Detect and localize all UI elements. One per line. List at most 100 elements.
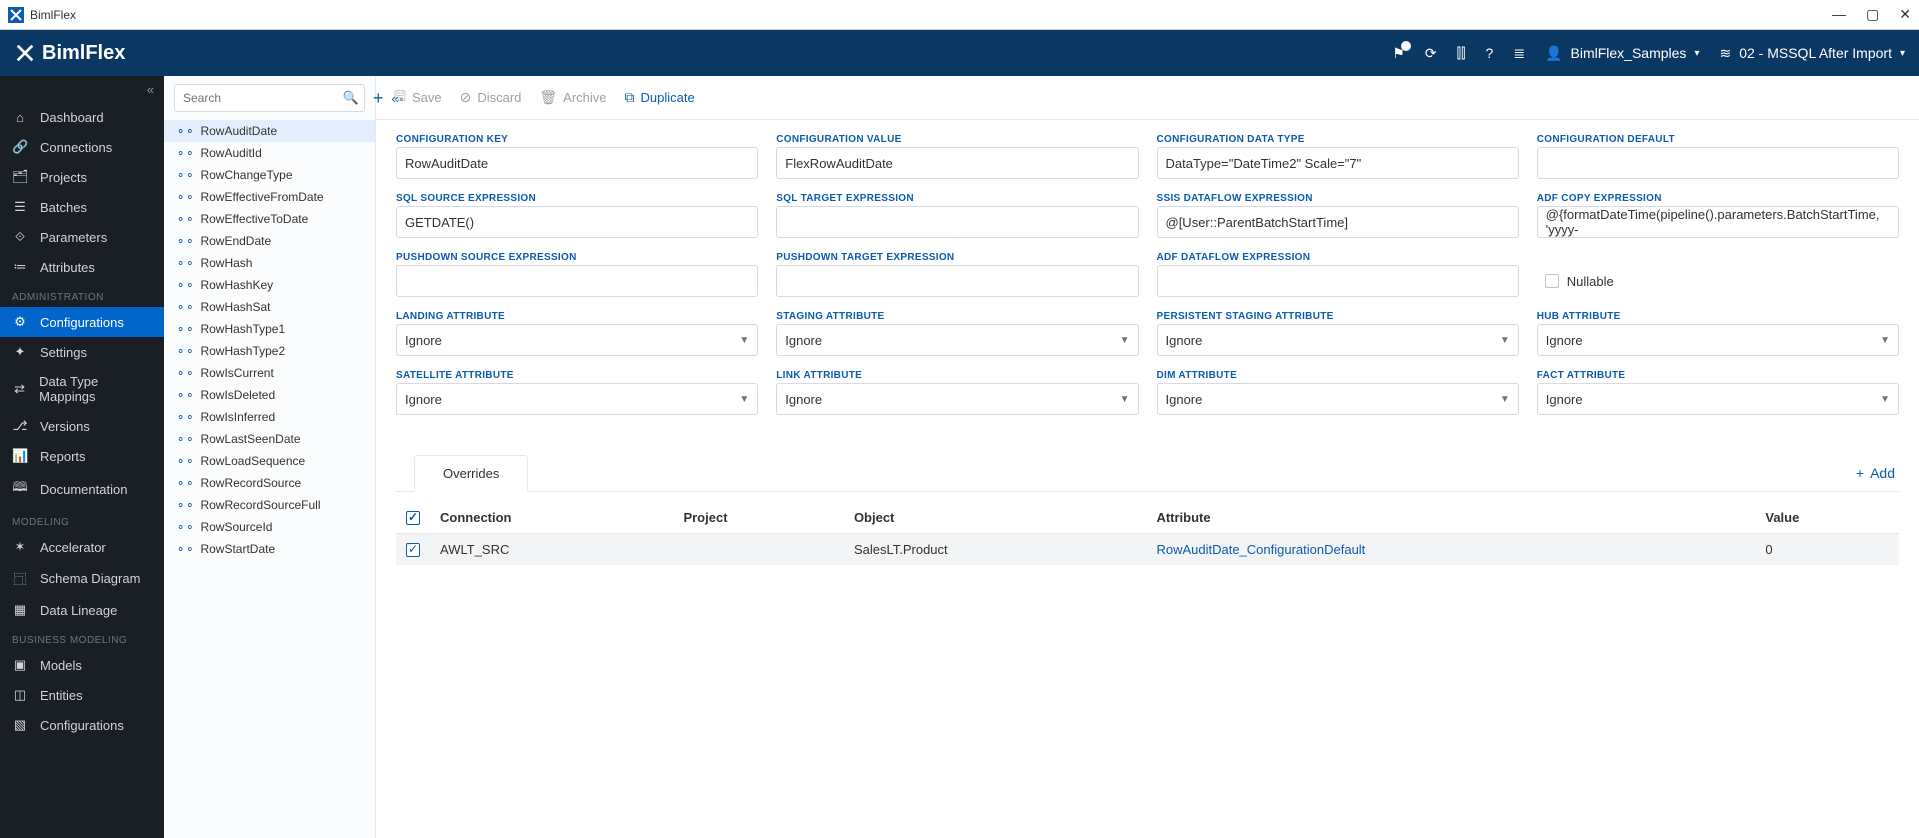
- tab-overrides[interactable]: Overrides: [414, 455, 528, 492]
- pushdown-source-expression-input[interactable]: [396, 265, 758, 297]
- sidebar-item-projects[interactable]: 🗂Projects: [0, 162, 164, 192]
- config-icon: ⚬⚬: [176, 257, 194, 270]
- configuration-data-type-input[interactable]: DataType="DateTime2" Scale="7": [1157, 147, 1519, 179]
- sidebar-item-label: Data Type Mappings: [39, 374, 152, 404]
- customer-selector[interactable]: 👤 BimlFlex_Samples ▾: [1545, 45, 1699, 62]
- config-list-item[interactable]: ⚬⚬RowIsInferred: [164, 406, 375, 428]
- config-list-item[interactable]: ⚬⚬RowEndDate: [164, 230, 375, 252]
- adf-dataflow-expression-input[interactable]: [1157, 265, 1519, 297]
- configuration-key-input[interactable]: RowAuditDate: [396, 147, 758, 179]
- sidebar-item-schema-diagram[interactable]: ⿹Schema Diagram: [0, 562, 164, 595]
- config-list-item[interactable]: ⚬⚬RowAuditDate: [164, 120, 375, 142]
- nullable-checkbox[interactable]: Nullable: [1537, 265, 1899, 297]
- sidebar-item-parameters[interactable]: ⟐Parameters: [0, 222, 164, 252]
- columns-icon[interactable]: ⫿⫿: [1457, 45, 1466, 62]
- landing-attribute-select[interactable]: Ignore▼: [396, 324, 758, 356]
- adf-copy-expression-input[interactable]: @{formatDateTime(pipeline().parameters.B…: [1537, 206, 1899, 238]
- config-list-item[interactable]: ⚬⚬RowIsCurrent: [164, 362, 375, 384]
- config-list-item[interactable]: ⚬⚬RowHashSat: [164, 296, 375, 318]
- search-icon[interactable]: 🔍: [343, 90, 359, 106]
- config-list-item[interactable]: ⚬⚬RowRecordSource: [164, 472, 375, 494]
- config-list-item[interactable]: ⚬⚬RowHashType2: [164, 340, 375, 362]
- refresh-icon[interactable]: ⟳: [1425, 45, 1437, 62]
- sidebar-item-dashboard[interactable]: ⌂Dashboard: [0, 103, 164, 132]
- config-item-label: RowEffectiveFromDate: [200, 190, 323, 204]
- sidebar-item-label: Parameters: [40, 230, 107, 245]
- sidebar-item-models[interactable]: ▣Models: [0, 650, 164, 680]
- config-list-item[interactable]: ⚬⚬RowStartDate: [164, 538, 375, 560]
- config-list-item[interactable]: ⚬⚬RowChangeType: [164, 164, 375, 186]
- dim-attribute-select[interactable]: Ignore▼: [1157, 383, 1519, 415]
- sql-target-expression-input[interactable]: [776, 206, 1138, 238]
- sidebar-item-versions[interactable]: ⎇Versions: [0, 411, 164, 441]
- version-selector[interactable]: ≋ 02 - MSSQL After Import ▾: [1719, 45, 1905, 62]
- cell-attribute-link[interactable]: RowAuditDate_ConfigurationDefault: [1156, 542, 1365, 557]
- configuration-value-input[interactable]: FlexRowAuditDate: [776, 147, 1138, 179]
- sidebar-item-accelerator[interactable]: ✶Accelerator: [0, 532, 164, 562]
- search-input[interactable]: [174, 84, 365, 112]
- sidebar-item-batches[interactable]: ☰Batches: [0, 192, 164, 222]
- sidebar-icon: ⿹: [12, 569, 28, 588]
- persistent-staging-attribute-select[interactable]: Ignore▼: [1157, 324, 1519, 356]
- fact-attribute-select[interactable]: Ignore▼: [1537, 383, 1899, 415]
- sidebar-item-configurations[interactable]: ▧Configurations: [0, 710, 164, 740]
- row-checkbox[interactable]: [406, 543, 420, 557]
- config-item-label: RowIsCurrent: [200, 366, 273, 380]
- config-list-item[interactable]: ⚬⚬RowEffectiveFromDate: [164, 186, 375, 208]
- config-list-item[interactable]: ⚬⚬RowHashKey: [164, 274, 375, 296]
- config-list-item[interactable]: ⚬⚬RowAuditId: [164, 142, 375, 164]
- field-label: PERSISTENT STAGING ATTRIBUTE: [1157, 311, 1519, 322]
- sidebar-item-connections[interactable]: 🔗Connections: [0, 132, 164, 162]
- window-close-icon[interactable]: ✕: [1899, 6, 1911, 23]
- sidebar-item-attributes[interactable]: ≔Attributes: [0, 252, 164, 282]
- pushdown-target-expression-input[interactable]: [776, 265, 1138, 297]
- window-minimize-icon[interactable]: —: [1832, 6, 1846, 23]
- sidebar-item-data-type-mappings[interactable]: ⇄Data Type Mappings: [0, 367, 164, 411]
- config-list-item[interactable]: ⚬⚬RowEffectiveToDate: [164, 208, 375, 230]
- sidebar-item-data-lineage[interactable]: ▦Data Lineage: [0, 595, 164, 625]
- col-project[interactable]: Project: [673, 502, 843, 534]
- staging-attribute-select[interactable]: Ignore▼: [776, 324, 1138, 356]
- ssis-dataflow-expression-input[interactable]: @[User::ParentBatchStartTime]: [1157, 206, 1519, 238]
- sidebar-collapse-button[interactable]: «: [0, 76, 164, 103]
- link-attribute-select[interactable]: Ignore▼: [776, 383, 1138, 415]
- notifications-icon[interactable]: ⚑: [1392, 45, 1405, 62]
- select-all-checkbox[interactable]: [406, 511, 420, 525]
- config-item-label: RowAuditDate: [200, 124, 277, 138]
- config-item-label: RowSourceId: [200, 520, 272, 534]
- config-list-item[interactable]: ⚬⚬RowRecordSourceFull: [164, 494, 375, 516]
- sidebar-item-settings[interactable]: ✦Settings: [0, 337, 164, 367]
- sidebar-icon: ▣: [12, 657, 28, 673]
- config-list-item[interactable]: ⚬⚬ RowHash: [164, 252, 375, 274]
- config-list-item[interactable]: ⚬⚬RowSourceId: [164, 516, 375, 538]
- database-icon[interactable]: ≣: [1513, 45, 1525, 62]
- config-list-item[interactable]: ⚬⚬RowIsDeleted: [164, 384, 375, 406]
- discard-button[interactable]: ⊘Discard: [460, 89, 522, 106]
- sql-source-expression-input[interactable]: GETDATE(): [396, 206, 758, 238]
- config-icon: ⚬⚬: [176, 389, 194, 402]
- duplicate-button[interactable]: ⧉Duplicate: [625, 89, 695, 106]
- help-icon[interactable]: ?: [1486, 45, 1494, 61]
- config-item-label: RowHash: [200, 256, 252, 270]
- save-button[interactable]: 🖫Save: [394, 86, 442, 110]
- config-list-item[interactable]: ⚬⚬RowLoadSequence: [164, 450, 375, 472]
- sidebar-item-entities[interactable]: ◫Entities: [0, 680, 164, 710]
- chevron-down-icon: ▾: [1694, 48, 1699, 59]
- col-object[interactable]: Object: [844, 502, 1147, 534]
- config-list-item[interactable]: ⚬⚬RowLastSeenDate: [164, 428, 375, 450]
- sidebar-item-documentation[interactable]: 🕮Documentation: [0, 471, 164, 507]
- hub-attribute-select[interactable]: Ignore▼: [1537, 324, 1899, 356]
- archive-button[interactable]: 🗑Archive: [539, 89, 606, 106]
- add-override-button[interactable]: +Add: [1856, 465, 1899, 481]
- satellite-attribute-select[interactable]: Ignore▼: [396, 383, 758, 415]
- table-row[interactable]: AWLT_SRCSalesLT.ProductRowAuditDate_Conf…: [396, 534, 1899, 566]
- configuration-default-input[interactable]: [1537, 147, 1899, 179]
- field-label: PUSHDOWN TARGET EXPRESSION: [776, 252, 1138, 263]
- sidebar-item-reports[interactable]: 📊Reports: [0, 441, 164, 471]
- col-connection[interactable]: Connection: [430, 502, 673, 534]
- window-maximize-icon[interactable]: ▢: [1866, 6, 1879, 23]
- config-list-item[interactable]: ⚬⚬RowHashType1: [164, 318, 375, 340]
- col-value[interactable]: Value: [1755, 502, 1899, 534]
- sidebar-item-configurations[interactable]: ⚙Configurations: [0, 307, 164, 337]
- col-attribute[interactable]: Attribute: [1146, 502, 1755, 534]
